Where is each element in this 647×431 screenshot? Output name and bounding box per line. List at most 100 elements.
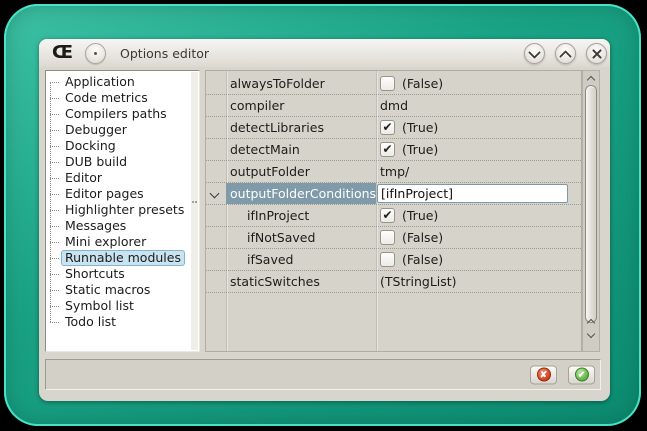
sidebar-item-static-macros[interactable]: Static macros xyxy=(46,282,199,298)
minimize-button[interactable] xyxy=(524,43,545,64)
sidebar-item-todo-list[interactable]: Todo list xyxy=(46,314,199,330)
sidebar-item-label: Editor xyxy=(61,170,106,186)
property-name: outputFolderConditions xyxy=(230,186,376,201)
checkbox[interactable] xyxy=(380,230,395,245)
property-value-cell[interactable]: ✔ (True) xyxy=(376,139,581,160)
sidebar-item-label: Code metrics xyxy=(61,90,152,106)
sidebar-item-docking[interactable]: Docking xyxy=(46,138,199,154)
scroll-down-button[interactable] xyxy=(583,329,599,341)
property-value-cell[interactable]: (False) xyxy=(376,73,581,94)
row-gutter xyxy=(206,73,226,94)
sidebar-item-dub-build[interactable]: DUB build xyxy=(46,154,199,170)
property-value-cell[interactable]: ✔ (True) xyxy=(376,205,581,226)
property-value-cell[interactable]: (False) xyxy=(376,249,581,270)
row-gutter xyxy=(206,95,226,116)
accept-icon: ✔ xyxy=(575,368,589,382)
sidebar-item-messages[interactable]: Messages xyxy=(46,218,199,234)
scroll-up-button-bottom[interactable] xyxy=(583,315,599,327)
checkbox[interactable]: ✔ xyxy=(380,208,395,223)
property-value: (TStringList) xyxy=(380,274,457,289)
footer-panel: ✘ ✔ xyxy=(45,359,601,390)
property-value-cell[interactable]: (TStringList) xyxy=(376,271,581,292)
property-value-cell[interactable] xyxy=(376,183,581,204)
sidebar-item-mini-explorer[interactable]: Mini explorer xyxy=(46,234,199,250)
checkbox[interactable] xyxy=(380,252,395,267)
property-name: alwaysToFolder xyxy=(230,76,325,91)
sidebar-item-runnable-modules[interactable]: Runnable modules xyxy=(46,250,199,266)
checkbox[interactable] xyxy=(380,76,395,91)
footer-buttons: ✘ ✔ xyxy=(530,365,595,384)
sidebar-item-code-metrics[interactable]: Code metrics xyxy=(46,90,199,106)
property-name: detectLibraries xyxy=(230,120,324,135)
accept-button[interactable]: ✔ xyxy=(568,365,595,384)
sidebar-item-symbol-list[interactable]: Symbol list xyxy=(46,298,199,314)
property-name-cell[interactable]: ifInProject xyxy=(226,205,376,226)
property-name-cell[interactable]: detectMain xyxy=(226,139,376,160)
property-value-input[interactable] xyxy=(377,184,568,203)
property-grid[interactable]: alwaysToFolder (False) compiler dmd xyxy=(205,70,582,352)
expander-icon[interactable] xyxy=(210,189,220,199)
property-grid-rows: alwaysToFolder (False) compiler dmd xyxy=(206,73,581,293)
cancel-icon: ✘ xyxy=(537,368,551,382)
categories-tree[interactable]: Application Code metrics Compilers paths… xyxy=(45,70,200,352)
window-menu-button[interactable] xyxy=(85,43,106,64)
row-gutter xyxy=(206,227,226,248)
close-button[interactable] xyxy=(586,43,607,64)
sidebar-item-application[interactable]: Application xyxy=(46,74,199,90)
property-name-cell[interactable]: outputFolder xyxy=(226,161,376,182)
scrollbar-thumb[interactable] xyxy=(585,85,597,323)
property-value-cell[interactable]: ✔ (True) xyxy=(376,117,581,138)
property-name-cell[interactable]: detectLibraries xyxy=(226,117,376,138)
cancel-button[interactable]: ✘ xyxy=(530,365,557,384)
property-row-ifNotSaved[interactable]: ifNotSaved (False) xyxy=(206,227,581,249)
sidebar-item-editor-pages[interactable]: Editor pages xyxy=(46,186,199,202)
property-row-compiler[interactable]: compiler dmd xyxy=(206,95,581,117)
sidebar-item-debugger[interactable]: Debugger xyxy=(46,122,199,138)
property-name: ifNotSaved xyxy=(247,230,315,245)
property-row-detectLibraries[interactable]: detectLibraries ✔ (True) xyxy=(206,117,581,139)
sidebar-scrollbar-grip[interactable] xyxy=(191,201,198,205)
sidebar-item-editor[interactable]: Editor xyxy=(46,170,199,186)
property-name-cell[interactable]: compiler xyxy=(226,95,376,116)
maximize-button[interactable] xyxy=(555,43,576,64)
property-name: compiler xyxy=(230,98,284,113)
property-row-ifSaved[interactable]: ifSaved (False) xyxy=(206,249,581,271)
options-editor-dialog: Œ Options editor Application Code metric… xyxy=(39,39,610,401)
property-row-alwaysToFolder[interactable]: alwaysToFolder (False) xyxy=(206,73,581,95)
property-row-ifInProject[interactable]: ifInProject ✔ (True) xyxy=(206,205,581,227)
property-row-detectMain[interactable]: detectMain ✔ (True) xyxy=(206,139,581,161)
property-name-cell[interactable]: ifSaved xyxy=(226,249,376,270)
property-row-outputFolderConditions[interactable]: outputFolderConditions xyxy=(206,183,581,205)
row-gutter xyxy=(206,161,226,182)
property-name-cell[interactable]: ifNotSaved xyxy=(226,227,376,248)
sidebar-item-label: DUB build xyxy=(61,154,131,170)
sidebar-item-label: Messages xyxy=(61,218,130,234)
property-value-cell[interactable]: tmp/ xyxy=(376,161,581,182)
checkbox[interactable]: ✔ xyxy=(380,142,395,157)
row-gutter xyxy=(206,139,226,160)
property-name-cell[interactable]: outputFolderConditions xyxy=(226,183,376,204)
property-row-outputFolder[interactable]: outputFolder tmp/ xyxy=(206,161,581,183)
property-name: outputFolder xyxy=(230,164,310,179)
property-value-cell[interactable]: dmd xyxy=(376,95,581,116)
sidebar-item-compilers-paths[interactable]: Compilers paths xyxy=(46,106,199,122)
scroll-up-button[interactable] xyxy=(583,72,599,84)
property-name-cell[interactable]: staticSwitches xyxy=(226,271,376,292)
property-value-cell[interactable]: (False) xyxy=(376,227,581,248)
sidebar-item-shortcuts[interactable]: Shortcuts xyxy=(46,266,199,282)
titlebar[interactable]: Œ Options editor xyxy=(39,39,610,67)
sidebar-scrollbar-track[interactable] xyxy=(191,72,198,350)
chevron-up-icon xyxy=(587,75,595,83)
property-value: (True) xyxy=(402,208,438,223)
grid-scrollbar[interactable] xyxy=(582,70,600,352)
row-gutter xyxy=(206,183,226,204)
row-gutter xyxy=(206,205,226,226)
window-frame: Œ Options editor Application Code metric… xyxy=(4,4,641,426)
property-row-staticSwitches[interactable]: staticSwitches (TStringList) xyxy=(206,271,581,293)
property-name-cell[interactable]: alwaysToFolder xyxy=(226,73,376,94)
checkmark-icon: ✔ xyxy=(382,143,392,155)
property-value: (False) xyxy=(402,252,443,267)
checkbox[interactable]: ✔ xyxy=(380,120,395,135)
row-gutter xyxy=(206,117,226,138)
sidebar-item-highlighter-presets[interactable]: Highlighter presets xyxy=(46,202,199,218)
